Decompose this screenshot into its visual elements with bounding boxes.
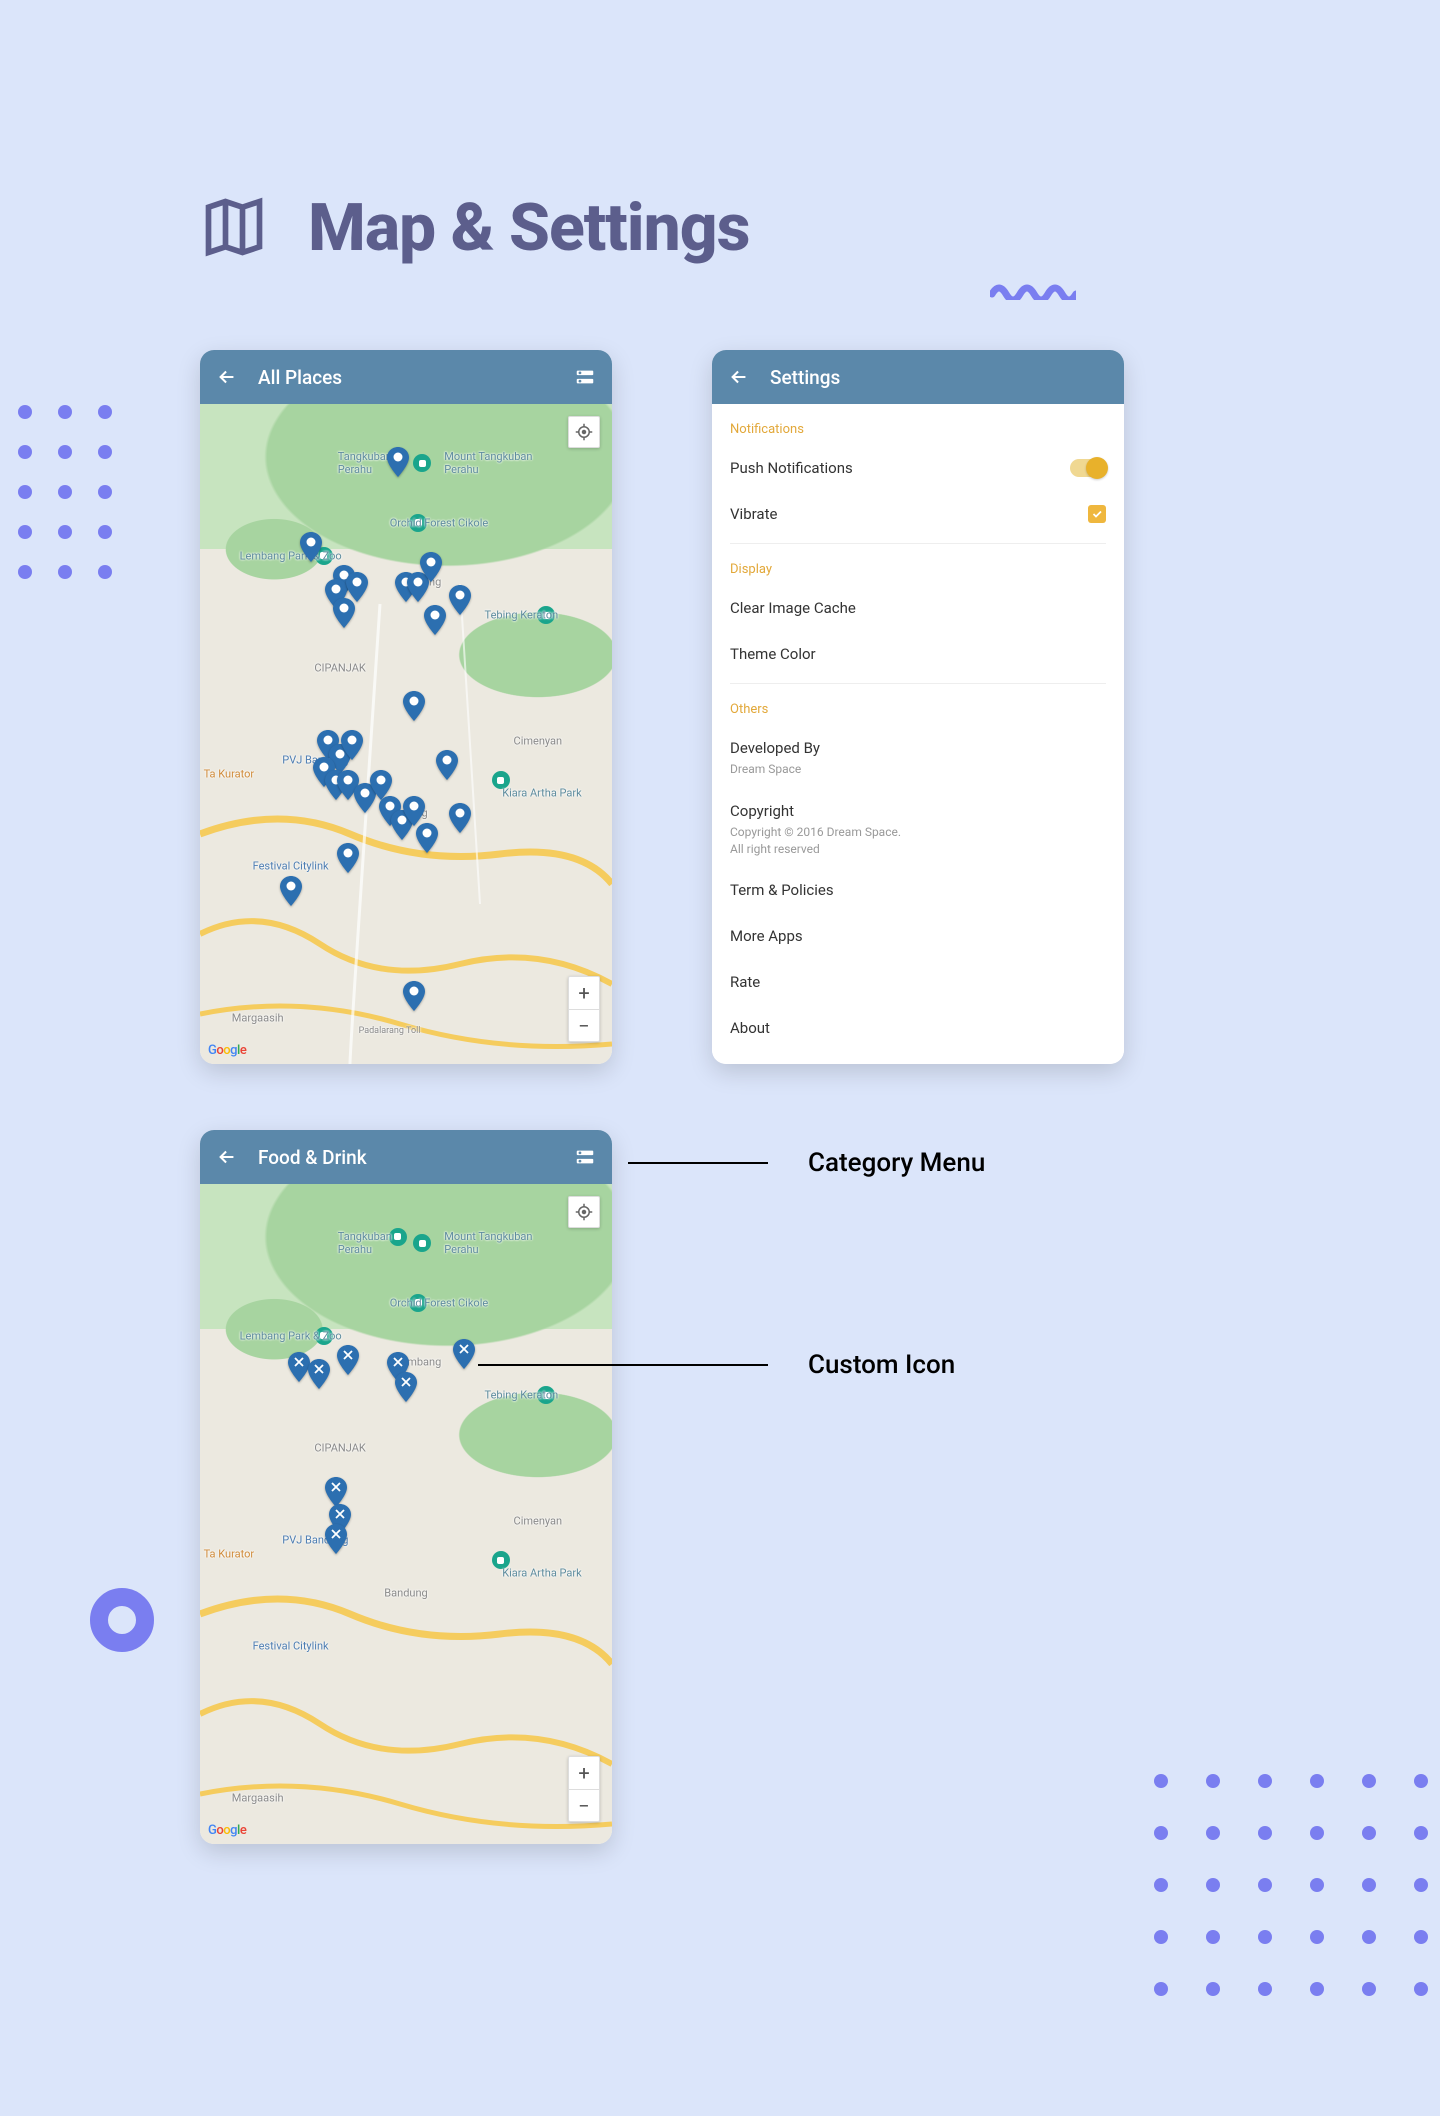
map-label: Tangkuban Perahu [338, 1230, 392, 1256]
vibrate-checkbox[interactable] [1088, 505, 1106, 523]
map-label: Kiara Artha Park [502, 1567, 582, 1580]
app-bar: All Places [200, 350, 612, 404]
callout-category-menu: Category Menu [628, 1148, 985, 1178]
map-label: Kiara Artha Park [502, 787, 582, 800]
setting-copyright[interactable]: Copyright Copyright © 2016 Dream Space. … [730, 788, 1106, 868]
locate-button[interactable] [568, 416, 600, 448]
app-bar: Settings [712, 350, 1124, 404]
list-toggle-button[interactable] [574, 1146, 596, 1168]
map-pin-food[interactable] [308, 1359, 330, 1389]
app-bar-title: All Places [258, 366, 554, 389]
google-logo: Google [208, 1043, 246, 1058]
map-poi-marker[interactable] [413, 1234, 431, 1252]
page-title: Map & Settings [308, 190, 749, 267]
map-label: Padalarang Toll [359, 1026, 421, 1036]
map-view[interactable]: Tangkuban Perahu Mount Tangkuban Perahu … [200, 1184, 612, 1844]
back-button[interactable] [728, 366, 750, 388]
setting-more-apps[interactable]: More Apps [730, 913, 1106, 959]
map-pin[interactable] [403, 691, 425, 721]
map-pin[interactable] [300, 532, 322, 562]
map-label: Cimenyan [514, 1514, 563, 1527]
map-label: Ta Kurator [204, 1547, 255, 1560]
zoom-controls: + − [568, 976, 600, 1042]
map-label: Tebing Keraton [485, 1389, 559, 1402]
map-label: Lembang Park & Zoo [240, 549, 342, 562]
setting-developed-by[interactable]: Developed By Dream Space [730, 725, 1106, 788]
map-pin[interactable] [424, 605, 446, 635]
app-bar: Food & Drink [200, 1130, 612, 1184]
map-label: Orchid Forest Cikole [390, 516, 489, 529]
map-label: Cimenyan [514, 734, 563, 747]
map-label: Festival Citylink [253, 860, 329, 873]
setting-about[interactable]: About [730, 1005, 1106, 1051]
map-label: Margaasih [232, 1011, 284, 1024]
setting-theme-color[interactable]: Theme Color [730, 631, 1106, 677]
settings-list[interactable]: Notifications Push Notifications Vibrate… [712, 404, 1124, 1064]
zoom-out-button[interactable]: − [569, 1789, 599, 1821]
app-bar-title: Food & Drink [258, 1146, 554, 1169]
map-label: Mount Tangkuban Perahu [444, 1230, 532, 1256]
map-pin[interactable] [403, 981, 425, 1011]
map-icon [200, 193, 268, 265]
map-pin-food[interactable] [453, 1339, 475, 1369]
map-pin[interactable] [333, 598, 355, 628]
map-pin[interactable] [341, 730, 363, 760]
map-label: Festival Citylink [253, 1640, 329, 1653]
screen-settings: Settings Notifications Push Notification… [712, 350, 1124, 1064]
map-pin-food[interactable] [288, 1352, 310, 1382]
zoom-out-button[interactable]: − [569, 1009, 599, 1041]
map-pin-food[interactable] [395, 1372, 417, 1402]
zoom-controls: + − [568, 1756, 600, 1822]
map-pin[interactable] [416, 823, 438, 853]
squiggle-decoration [990, 280, 1076, 300]
locate-button[interactable] [568, 1196, 600, 1228]
zoom-in-button[interactable]: + [569, 977, 599, 1009]
map-pin[interactable] [436, 750, 458, 780]
map-pin[interactable] [337, 843, 359, 873]
list-toggle-button[interactable] [574, 366, 596, 388]
screen-food-drink: Food & Drink Tangkuban Perahu Mount Tang… [200, 1130, 612, 1844]
map-label: Lembang Park & Zoo [240, 1329, 342, 1342]
map-label: Ta Kurator [204, 767, 255, 780]
section-header-display: Display [730, 544, 1106, 585]
map-pin[interactable] [420, 552, 442, 582]
map-label: Margaasih [232, 1791, 284, 1804]
dots-decoration-right [1154, 1774, 1440, 1996]
setting-push-notifications[interactable]: Push Notifications [730, 445, 1106, 491]
map-label: Tangkuban Perahu [338, 450, 392, 476]
map-label: CIPANJAK [314, 662, 365, 675]
map-pin-food[interactable] [337, 1345, 359, 1375]
map-view[interactable]: Tangkuban Perahu Mount Tangkuban Perahu … [200, 404, 612, 1064]
push-notifications-switch[interactable] [1070, 459, 1106, 477]
map-poi-marker[interactable] [413, 454, 431, 472]
map-label: Orchid Forest Cikole [390, 1296, 489, 1309]
map-pin-food[interactable] [325, 1524, 347, 1554]
section-header-notifications: Notifications [730, 404, 1106, 445]
app-bar-title: Settings [770, 366, 1108, 389]
map-pin[interactable] [387, 447, 409, 477]
map-label: CIPANJAK [314, 1442, 365, 1455]
map-label: Bandung [384, 1587, 427, 1600]
callout-custom-icon: Custom Icon [478, 1350, 955, 1380]
screen-all-places: All Places Tangkuban Perahu Mount Tangku… [200, 350, 612, 1064]
map-pin[interactable] [449, 803, 471, 833]
google-logo: Google [208, 1823, 246, 1838]
back-button[interactable] [216, 1146, 238, 1168]
map-pin[interactable] [449, 585, 471, 615]
map-label: Tebing Keraton [485, 609, 559, 622]
setting-clear-cache[interactable]: Clear Image Cache [730, 585, 1106, 631]
section-header-others: Others [730, 684, 1106, 725]
dots-decoration-left [18, 405, 112, 579]
setting-vibrate[interactable]: Vibrate [730, 491, 1106, 537]
zoom-in-button[interactable]: + [569, 1757, 599, 1789]
setting-term-policies[interactable]: Term & Policies [730, 867, 1106, 913]
map-label: Mount Tangkuban Perahu [444, 450, 532, 476]
ring-decoration [90, 1588, 154, 1652]
setting-rate[interactable]: Rate [730, 959, 1106, 1005]
map-pin[interactable] [280, 876, 302, 906]
back-button[interactable] [216, 366, 238, 388]
